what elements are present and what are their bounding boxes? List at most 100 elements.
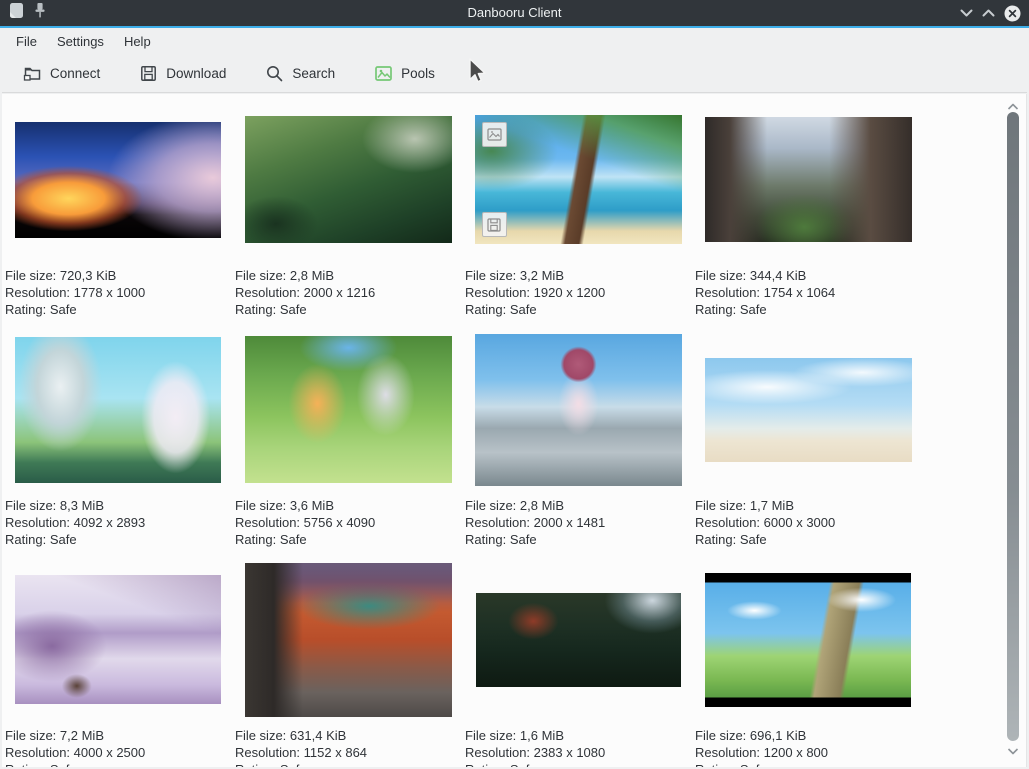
maximize-icon[interactable] [982,9,995,17]
meta-value: Safe [510,532,537,547]
post-card: File size: 720,3 KiB Resolution: 1778 x … [3,102,233,332]
post-thumbnail[interactable] [245,116,452,243]
meta-value: 7,2 MiB [60,728,104,743]
file-size-line: File size: 7,2 MiB [5,727,233,744]
minimize-icon[interactable] [960,9,973,17]
connect-label: Connect [50,66,100,81]
meta-value: 1200 x 800 [764,745,828,760]
file-size-line: File size: 3,2 MiB [465,267,693,284]
meta-value: 4000 x 2500 [74,745,146,760]
meta-value: 2000 x 1216 [304,285,376,300]
search-icon [264,63,285,84]
post-meta: File size: 2,8 MiB Resolution: 2000 x 14… [463,497,693,548]
content-area: File size: 720,3 KiB Resolution: 1778 x … [2,94,1027,767]
meta-value: 2,8 MiB [520,498,564,513]
resolution-line: Resolution: 4092 x 2893 [5,514,233,531]
meta-label: Resolution: [465,515,530,530]
titlebar[interactable]: Danbooru Client [0,0,1029,26]
post-meta: File size: 344,4 KiB Resolution: 1754 x … [693,267,923,318]
pools-button[interactable]: Pools [367,59,441,88]
post-thumbnail[interactable] [15,575,221,704]
menu-file[interactable]: File [6,28,47,55]
file-size-line: File size: 631,4 KiB [235,727,463,744]
menu-help[interactable]: Help [114,28,161,55]
mouse-cursor [468,58,487,90]
connect-button[interactable]: Connect [16,59,106,88]
post-thumbnail[interactable] [15,337,221,483]
meta-label: Resolution: [5,745,70,760]
file-size-line: File size: 1,6 MiB [465,727,693,744]
meta-value: 6000 x 3000 [764,515,836,530]
resolution-line: Resolution: 4000 x 2500 [5,744,233,761]
file-size-line: File size: 8,3 MiB [5,497,233,514]
meta-value: 1754 x 1064 [764,285,836,300]
thumbnail-area [233,102,463,257]
thumbnail-area [693,562,923,717]
post-thumbnail[interactable] [476,593,681,687]
network-connect-icon [22,63,43,84]
post-card: File size: 2,8 MiB Resolution: 2000 x 14… [463,332,693,562]
post-thumbnail[interactable] [15,122,221,238]
thumbnail-area [3,102,233,257]
post-thumbnail[interactable] [705,117,912,242]
meta-value: 4092 x 2893 [74,515,146,530]
rating-line: Rating: Safe [465,531,693,548]
thumbnail-area [463,102,693,257]
post-card: File size: 1,6 MiB Resolution: 2383 x 10… [463,562,693,767]
meta-label: Rating: [235,532,276,547]
resolution-line: Resolution: 1152 x 864 [235,744,463,761]
download-button[interactable]: Download [132,59,232,88]
rating-line: Rating: Safe [235,761,463,767]
meta-label: Rating: [695,302,736,317]
vertical-scrollbar[interactable] [1006,94,1020,767]
meta-label: Resolution: [235,515,300,530]
meta-label: Resolution: [465,745,530,760]
meta-value: 1778 x 1000 [74,285,146,300]
rating-line: Rating: Safe [695,531,923,548]
scroll-down-icon[interactable] [1007,742,1019,760]
meta-label: Rating: [5,762,46,767]
meta-value: Safe [280,302,307,317]
meta-label: File size: [695,498,746,513]
meta-label: File size: [465,498,516,513]
menu-settings[interactable]: Settings [47,28,114,55]
meta-label: Rating: [5,302,46,317]
view-image-button[interactable] [482,122,507,147]
meta-label: Resolution: [235,285,300,300]
post-thumbnail[interactable] [705,358,912,462]
post-thumbnail[interactable] [475,115,682,244]
resolution-line: Resolution: 5756 x 4090 [235,514,463,531]
meta-value: Safe [740,302,767,317]
search-button[interactable]: Search [258,59,341,88]
meta-value: 8,3 MiB [60,498,104,513]
meta-value: 1,6 MiB [520,728,564,743]
close-icon[interactable] [1004,5,1021,22]
meta-label: File size: [5,268,56,283]
post-thumbnail[interactable] [245,563,452,717]
meta-label: File size: [5,498,56,513]
save-image-button[interactable] [482,212,507,237]
post-thumbnail[interactable] [705,573,911,707]
file-size-line: File size: 1,7 MiB [695,497,923,514]
meta-value: 3,6 MiB [290,498,334,513]
meta-value: 3,2 MiB [520,268,564,283]
meta-value: 1152 x 864 [304,745,367,760]
rating-line: Rating: Safe [695,301,923,318]
post-thumbnail[interactable] [245,336,452,483]
meta-label: File size: [465,268,516,283]
resolution-line: Resolution: 1920 x 1200 [465,284,693,301]
post-card: File size: 696,1 KiB Resolution: 1200 x … [693,562,923,767]
post-card: File size: 344,4 KiB Resolution: 1754 x … [693,102,923,332]
meta-label: Resolution: [235,745,300,760]
pools-label: Pools [401,66,435,81]
rating-line: Rating: Safe [235,531,463,548]
meta-label: Resolution: [695,745,760,760]
save-icon [138,63,159,84]
rating-line: Rating: Safe [5,761,233,767]
meta-label: Resolution: [5,515,70,530]
meta-value: 2383 x 1080 [534,745,606,760]
meta-value: Safe [510,762,537,767]
rating-line: Rating: Safe [5,301,233,318]
scrollbar-thumb[interactable] [1007,112,1019,741]
post-thumbnail[interactable] [475,334,682,486]
